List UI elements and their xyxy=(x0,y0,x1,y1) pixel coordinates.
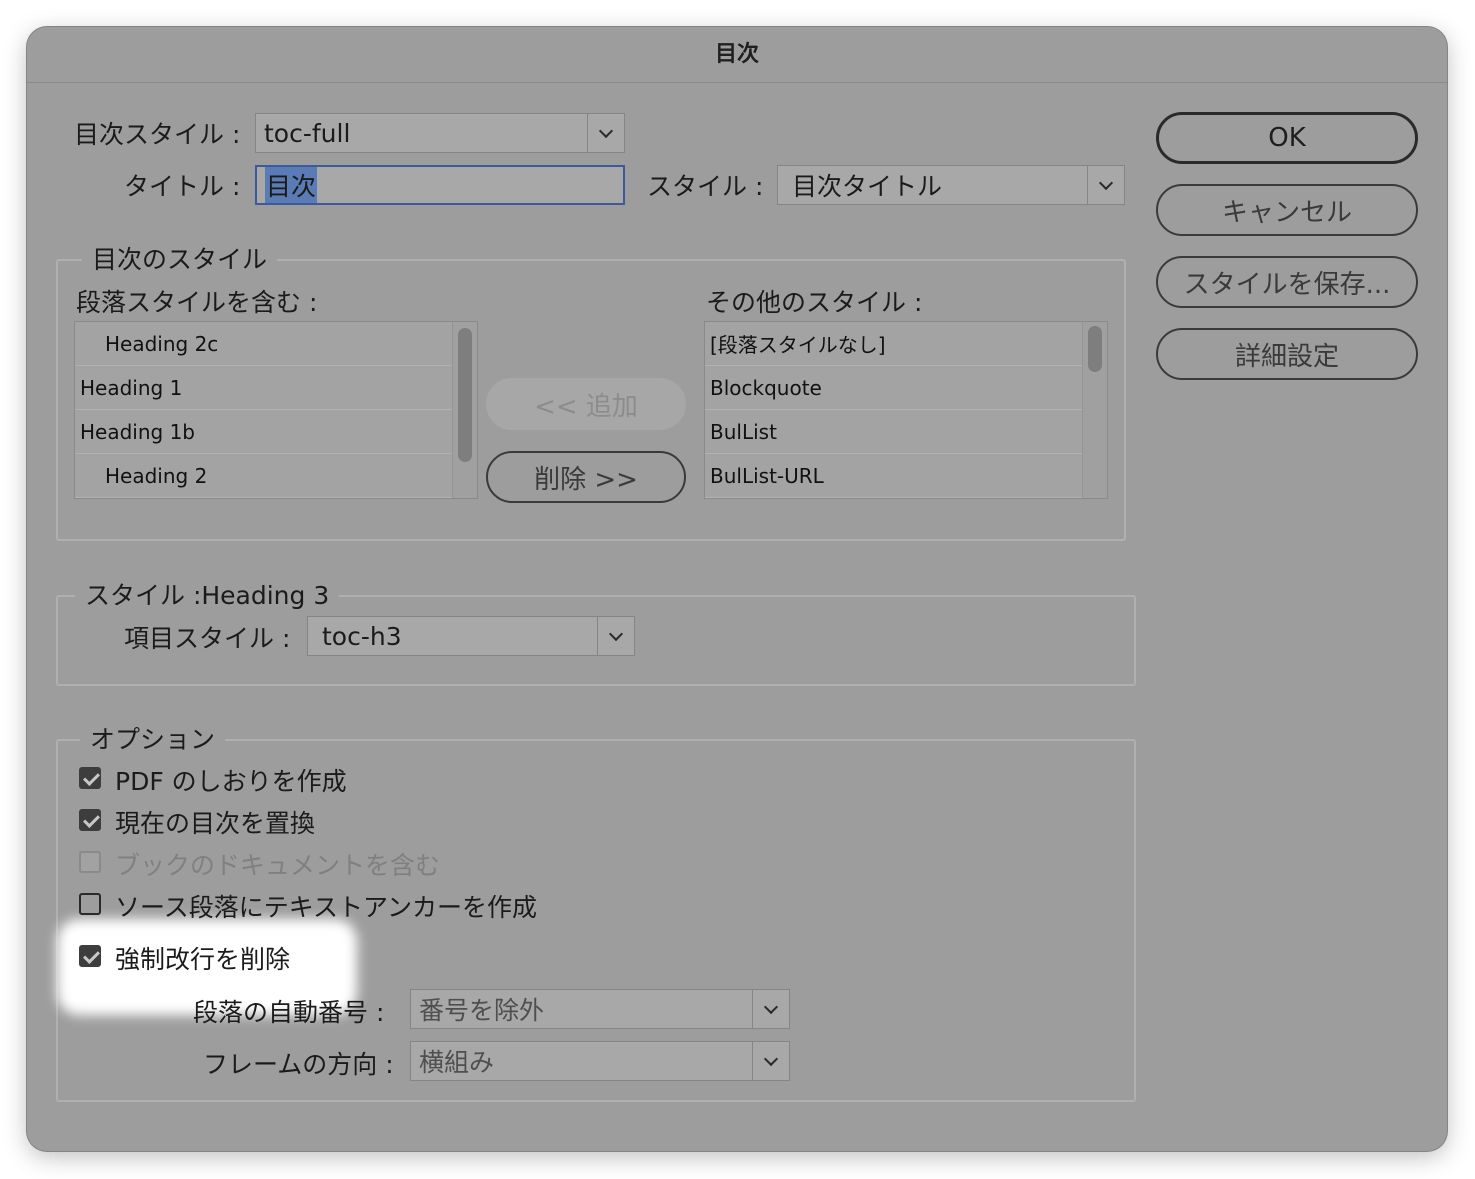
entry-style-group-title: スタイル :Heading 3 xyxy=(75,576,340,612)
title-style-value: 目次タイトル xyxy=(792,172,943,201)
replace-toc-checkbox[interactable] xyxy=(79,809,101,831)
list-item[interactable]: Blockquote xyxy=(705,366,1083,410)
list-item[interactable]: Heading 1b xyxy=(75,410,453,454)
cancel-button[interactable]: キャンセル xyxy=(1156,184,1418,236)
numbering-dropdown[interactable]: 番号を除外 xyxy=(410,989,790,1029)
list-item[interactable]: BulList xyxy=(705,410,1083,454)
include-styles-list[interactable]: Heading 2c Heading 1 Heading 1b Heading … xyxy=(74,321,478,499)
include-styles-label: 段落スタイルを含む : xyxy=(76,288,318,317)
pdf-bookmarks-checkbox[interactable] xyxy=(79,767,101,789)
other-styles-label: その他のスタイル : xyxy=(706,288,923,317)
title-label: タイトル : xyxy=(124,172,241,201)
entry-style-label: 項目スタイル : xyxy=(124,624,291,653)
include-book-checkbox[interactable] xyxy=(79,851,101,873)
chevron-down-icon[interactable] xyxy=(752,1042,789,1080)
text-anchor-checkbox[interactable] xyxy=(79,893,101,915)
frame-direction-label: フレームの方向 : xyxy=(203,1050,394,1079)
dialog-title: 目次 xyxy=(27,27,1447,83)
scroll-thumb[interactable] xyxy=(1088,326,1102,372)
chevron-down-icon[interactable] xyxy=(587,114,624,152)
toc-dialog: 目次 目次スタイル : toc-full タイトル : 目次 スタイル : 目次… xyxy=(27,27,1447,1151)
chevron-down-icon[interactable] xyxy=(1087,166,1124,204)
entry-style-value: toc-h3 xyxy=(322,621,402,651)
title-input[interactable]: 目次 xyxy=(255,165,625,205)
other-list-scrollbar[interactable] xyxy=(1082,322,1107,498)
numbering-value: 番号を除外 xyxy=(419,996,545,1025)
options-group-title: オプション xyxy=(80,720,226,756)
list-item[interactable]: [段落スタイルなし] xyxy=(705,322,1083,366)
toc-styles-group-title: 目次のスタイル xyxy=(82,240,278,276)
remove-forced-breaks-checkbox[interactable] xyxy=(79,945,101,967)
other-styles-list[interactable]: [段落スタイルなし] Blockquote BulList BulList-UR… xyxy=(704,321,1108,499)
list-item[interactable]: Heading 2c xyxy=(75,322,453,366)
entry-style-dropdown[interactable]: toc-h3 xyxy=(307,616,635,656)
toc-style-label: 目次スタイル : xyxy=(74,120,241,149)
list-item[interactable]: BulList-URL xyxy=(705,454,1083,498)
frame-direction-value: 横組み xyxy=(419,1048,495,1077)
title-style-dropdown[interactable]: 目次タイトル xyxy=(777,165,1125,205)
list-item[interactable]: Heading 2 xyxy=(75,454,453,498)
save-style-button[interactable]: スタイルを保存... xyxy=(1156,256,1418,308)
more-options-button[interactable]: 詳細設定 xyxy=(1156,328,1418,380)
title-style-label: スタイル : xyxy=(647,172,764,201)
chevron-down-icon[interactable] xyxy=(597,617,634,655)
title-input-value: 目次 xyxy=(265,167,318,203)
toc-style-dropdown[interactable]: toc-full xyxy=(255,113,625,153)
text-anchor-label: ソース段落にテキストアンカーを作成 xyxy=(115,893,538,922)
chevron-down-icon[interactable] xyxy=(752,990,789,1028)
add-style-button[interactable]: << 追加 xyxy=(486,378,686,430)
list-item[interactable]: Heading 1 xyxy=(75,366,453,410)
pdf-bookmarks-label: PDF のしおりを作成 xyxy=(115,767,347,796)
frame-direction-dropdown[interactable]: 横組み xyxy=(410,1041,790,1081)
numbering-label: 段落の自動番号 : xyxy=(193,998,385,1027)
replace-toc-label: 現在の目次を置換 xyxy=(115,809,316,838)
remove-forced-breaks-label: 強制改行を削除 xyxy=(115,945,291,974)
include-book-label: ブックのドキュメントを含む xyxy=(115,851,441,880)
toc-style-value: toc-full xyxy=(264,118,351,148)
scroll-thumb[interactable] xyxy=(458,328,472,462)
include-list-scrollbar[interactable] xyxy=(452,322,477,498)
ok-button[interactable]: OK xyxy=(1156,112,1418,164)
remove-style-button[interactable]: 削除 >> xyxy=(486,451,686,503)
